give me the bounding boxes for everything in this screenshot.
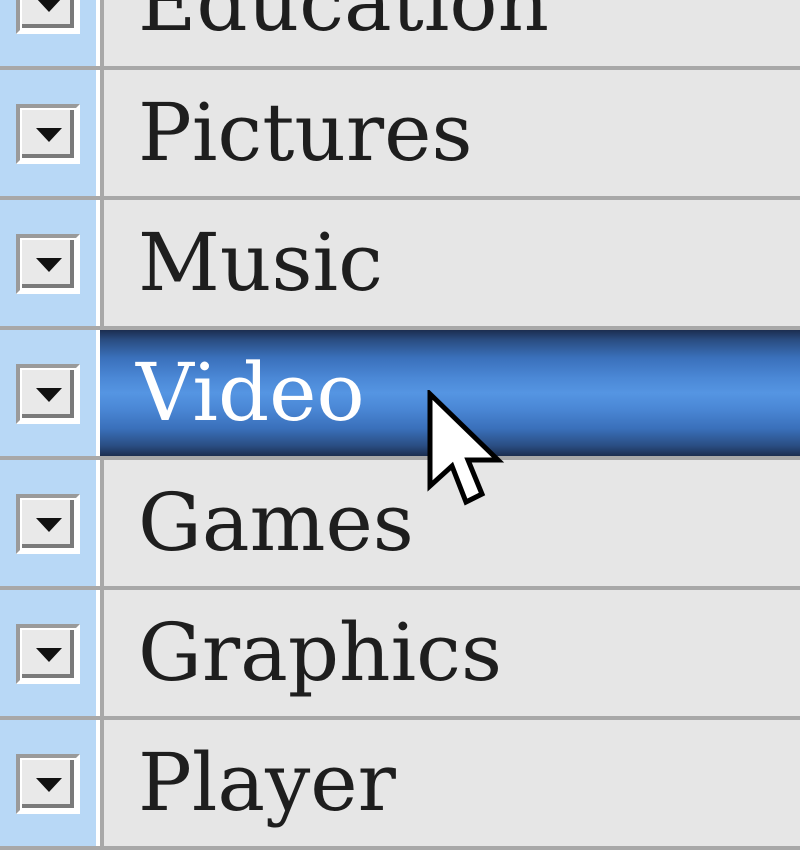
- row-gutter: [0, 720, 96, 846]
- menu-item-education[interactable]: Education: [0, 0, 800, 70]
- chevron-down-icon: [36, 648, 62, 662]
- chevron-down-icon: [36, 388, 62, 402]
- chevron-down-icon: [36, 518, 62, 532]
- chevron-down-icon: [36, 128, 62, 142]
- menu-item-label: Music: [138, 216, 383, 309]
- category-menu: Education Pictures Music Video Games Gra…: [0, 0, 800, 850]
- expand-button[interactable]: [16, 364, 80, 424]
- menu-item-label: Pictures: [138, 86, 473, 179]
- menu-item-label: Education: [138, 0, 550, 49]
- chevron-down-icon: [36, 0, 62, 12]
- menu-item-label: Player: [138, 736, 396, 829]
- row-gutter: [0, 0, 96, 66]
- expand-button[interactable]: [16, 494, 80, 554]
- menu-item-label: Games: [138, 476, 414, 569]
- expand-button[interactable]: [16, 624, 80, 684]
- menu-item-pictures[interactable]: Pictures: [0, 70, 800, 200]
- row-gutter: [0, 330, 96, 456]
- chevron-down-icon: [36, 778, 62, 792]
- expand-button[interactable]: [16, 754, 80, 814]
- expand-button[interactable]: [16, 104, 80, 164]
- expand-button[interactable]: [16, 0, 80, 34]
- row-gutter: [0, 200, 96, 326]
- menu-item-graphics[interactable]: Graphics: [0, 590, 800, 720]
- row-gutter: [0, 70, 96, 196]
- row-gutter: [0, 590, 96, 716]
- menu-item-label: Graphics: [138, 606, 503, 699]
- selection-highlight: Video: [100, 330, 800, 456]
- row-gutter: [0, 460, 96, 586]
- menu-item-video[interactable]: Video: [0, 330, 800, 460]
- menu-item-music[interactable]: Music: [0, 200, 800, 330]
- menu-item-games[interactable]: Games: [0, 460, 800, 590]
- menu-item-label: Video: [136, 346, 365, 439]
- chevron-down-icon: [36, 258, 62, 272]
- expand-button[interactable]: [16, 234, 80, 294]
- menu-item-player[interactable]: Player: [0, 720, 800, 850]
